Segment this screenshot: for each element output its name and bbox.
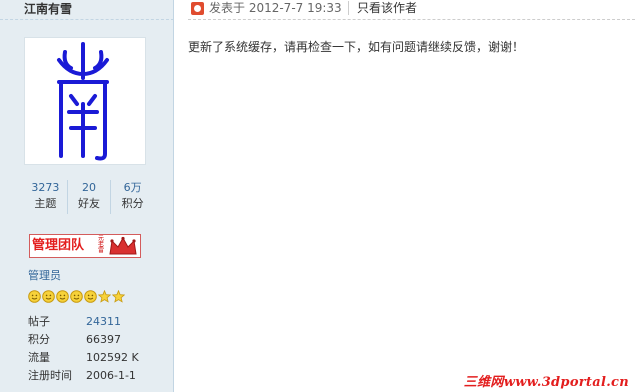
info-row-points: 积分 66397 bbox=[28, 331, 168, 349]
stat-value: 20 bbox=[82, 181, 96, 194]
sun-icon bbox=[84, 290, 97, 303]
author-info: 帖子 24311 积分 66397 流量 102592 K 注册时间 2006-… bbox=[28, 313, 168, 385]
author-stats: 3273 主题 20 好友 6万 积分 bbox=[24, 180, 154, 214]
info-row-register-date: 注册时间 2006-1-1 bbox=[28, 367, 168, 385]
group-badge-tag: 元老雷 bbox=[97, 235, 104, 254]
info-row-traffic: 流量 102592 K bbox=[28, 349, 168, 367]
stat-label: 主题 bbox=[34, 197, 57, 210]
author-sidebar: 江南有雪 3273 主题 20 好友 6万 积分 管理团队 元 老 雷 管理员 … bbox=[0, 0, 174, 392]
sun-icon bbox=[28, 290, 41, 303]
watermark: 三维网www.3dportal.cn bbox=[414, 367, 635, 392]
info-key: 积分 bbox=[28, 333, 50, 346]
sun-icon bbox=[70, 290, 83, 303]
divider bbox=[348, 1, 349, 15]
avatar[interactable] bbox=[24, 37, 146, 165]
group-badge: 管理团队 元老雷 bbox=[29, 234, 141, 258]
only-author-link[interactable]: 只看该作者 bbox=[357, 0, 417, 17]
info-value: 102592 K bbox=[86, 351, 139, 364]
divider bbox=[0, 19, 174, 20]
stat-value: 3273 bbox=[31, 181, 60, 194]
rank-stars bbox=[28, 290, 125, 303]
online-status-icon bbox=[191, 2, 204, 15]
crown-icon bbox=[109, 236, 137, 255]
user-role[interactable]: 管理员 bbox=[28, 267, 61, 283]
info-value: 66397 bbox=[86, 333, 121, 346]
info-value: 2006-1-1 bbox=[86, 369, 136, 382]
info-key: 注册时间 bbox=[28, 369, 72, 382]
stat-label: 积分 bbox=[121, 197, 144, 210]
watermark-text: 三维网www.3dportal.cn bbox=[463, 375, 629, 390]
stat-topics[interactable]: 3273 主题 bbox=[24, 180, 67, 214]
info-row-posts: 帖子 24311 bbox=[28, 313, 168, 331]
star-icon bbox=[98, 290, 111, 303]
sun-icon bbox=[56, 290, 69, 303]
group-badge-label: 管理团队 bbox=[32, 238, 85, 253]
info-key: 帖子 bbox=[28, 315, 50, 328]
info-value[interactable]: 24311 bbox=[86, 313, 121, 331]
seal-glyph-avatar-icon bbox=[57, 42, 109, 161]
post-content: 更新了系统缓存，请再检查一下，如有问题请继续反馈，谢谢！ bbox=[188, 40, 525, 54]
stat-label: 好友 bbox=[78, 197, 100, 210]
post-header: 发表于 2012-7-7 19:33 只看该作者 bbox=[188, 0, 635, 20]
sun-icon bbox=[42, 290, 55, 303]
stat-friends[interactable]: 20 好友 bbox=[66, 180, 111, 214]
stat-value: 6万 bbox=[123, 181, 142, 194]
info-key: 流量 bbox=[28, 351, 50, 364]
star-icon bbox=[112, 290, 125, 303]
post-time: 发表于 2012-7-7 19:33 bbox=[209, 1, 342, 15]
stat-points[interactable]: 6万 积分 bbox=[110, 180, 154, 214]
author-name[interactable]: 江南有雪 bbox=[24, 0, 72, 17]
